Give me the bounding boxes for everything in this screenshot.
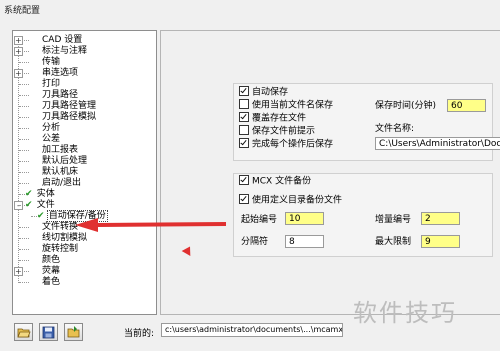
autosave-enable-label: 自动保存 — [252, 87, 289, 98]
max-input[interactable]: 9 — [421, 235, 460, 248]
tree-branch-line — [19, 161, 29, 162]
custom-dir-label: 使用定义目录备份文件 — [252, 195, 343, 206]
tree-branch-line — [19, 73, 29, 74]
tree-item-label: 刀具路径管理 — [42, 101, 97, 111]
tree-branch-line — [19, 238, 29, 239]
tree-branch-line — [19, 95, 29, 96]
save-disk-icon — [42, 326, 55, 339]
tree-item-label: 标注与注释 — [42, 46, 88, 56]
tree-branch-line — [19, 51, 29, 52]
checkmark-icon: ✔ — [25, 189, 36, 199]
tree-item[interactable]: 着色 — [41, 276, 61, 288]
settings-tree[interactable]: + CAD 设置 + 标注与注释 传输 + 串连选项 打印 刀具路径 刀具路径管理 刀具路径模拟 分析… — [12, 30, 157, 315]
settings-content-panel: 自动保存 使用当前文件名保存 覆盖存在文件 保存文件前提示 完成每个操作后保存 … — [160, 30, 500, 315]
tree-item-label: CAD 设置 — [42, 35, 83, 45]
tree-item-label: 刀具路径模拟 — [42, 112, 97, 122]
title-bar: 系统配置 — [0, 0, 500, 18]
tree-branch-line — [19, 139, 29, 140]
tree-item-label: 分析 — [42, 123, 61, 133]
filename-input[interactable]: C:\Users\Administrator\Documents\my — [375, 137, 500, 150]
use-current-name-label: 使用当前文件名保存 — [252, 100, 334, 111]
tree-item-label: 颜色 — [42, 255, 61, 265]
tree-item-label: 加工报表 — [42, 145, 79, 155]
custom-dir-checkbox[interactable] — [239, 194, 249, 204]
tree-branch-line — [19, 271, 29, 272]
tree-branch-line — [19, 282, 29, 283]
max-label: 最大限制 — [375, 237, 412, 247]
open-config-button[interactable] — [14, 323, 33, 341]
tree-item-label: 公差 — [42, 134, 61, 144]
tree-item-label: 打印 — [42, 79, 61, 89]
tree-item-label: 刀具路径 — [42, 90, 79, 100]
tree-item-label: 文件转换 — [42, 222, 79, 232]
backup-enable-label: MCX 文件备份 — [252, 176, 312, 187]
custom-dir-option[interactable]: 使用定义目录备份文件 — [239, 194, 343, 207]
tree-item-label: 启动/退出 — [42, 178, 82, 188]
window-title: 系统配置 — [4, 6, 41, 16]
current-config-label: 当前的: — [124, 329, 155, 339]
autosave-enable-checkbox[interactable] — [239, 86, 249, 96]
after-each-checkbox[interactable] — [239, 138, 249, 148]
tree-item-label: 串连选项 — [42, 68, 79, 78]
tree-branch-line — [19, 260, 29, 261]
overwrite-checkbox[interactable] — [239, 112, 249, 122]
tree-item-label: 自动保存/备份 — [46, 210, 108, 222]
prompt-checkbox[interactable] — [239, 125, 249, 135]
folder-open-icon — [17, 328, 31, 338]
interval-input[interactable]: 60 — [447, 99, 486, 112]
tree-branch-line — [19, 106, 29, 107]
tree-branch-line — [19, 249, 29, 250]
increment-label: 增量编号 — [375, 215, 412, 225]
tree-branch-line — [19, 84, 29, 85]
tree-item-label: 默认机床 — [42, 167, 79, 177]
backup-enable-checkbox[interactable] — [239, 175, 249, 185]
overwrite-label: 覆盖存在文件 — [252, 113, 307, 124]
after-each-option[interactable]: 完成每个操作后保存 — [239, 138, 334, 151]
backup-enable[interactable]: MCX 文件备份 — [239, 175, 315, 188]
tree-branch-line — [19, 62, 29, 63]
prompt-label: 保存文件前提示 — [252, 126, 316, 137]
prompt-option[interactable]: 保存文件前提示 — [239, 125, 316, 138]
overwrite-option[interactable]: 覆盖存在文件 — [239, 112, 307, 125]
tree-item-label: 线切割模拟 — [42, 233, 88, 243]
checkmark-icon: ✔ — [25, 200, 36, 210]
tree-item-label: 实体 — [36, 189, 55, 199]
tree-branch-line — [19, 227, 29, 228]
tree-item-label: 传输 — [42, 57, 61, 67]
tree-item-label: 旋转控制 — [42, 244, 79, 254]
merge-config-button[interactable] — [64, 323, 83, 341]
increment-input[interactable]: 2 — [421, 212, 460, 225]
start-num-label: 起始编号 — [241, 215, 278, 225]
after-each-label: 完成每个操作后保存 — [252, 139, 334, 150]
save-config-button[interactable] — [39, 323, 58, 341]
tree-branch-line — [19, 128, 29, 129]
use-current-name-checkbox[interactable] — [239, 99, 249, 109]
start-num-input[interactable]: 10 — [285, 212, 324, 225]
folder-merge-icon — [67, 326, 80, 338]
separator-input[interactable]: 8 — [285, 235, 324, 248]
interval-label: 保存时间(分钟) — [375, 101, 437, 111]
separator-label: 分隔符 — [241, 237, 269, 247]
tree-branch-line — [19, 40, 29, 41]
tree-branch-line — [19, 150, 29, 151]
autosave-enable[interactable]: 自动保存 — [239, 86, 289, 99]
current-config-path[interactable]: c:\users\administrator\documents\...\mca… — [161, 323, 343, 337]
tree-item-label: 荧幕 — [42, 266, 61, 276]
tree-branch-line — [19, 183, 29, 184]
tree-branch-line — [19, 172, 29, 173]
use-current-name-option[interactable]: 使用当前文件名保存 — [239, 99, 334, 112]
tree-branch-line — [19, 117, 29, 118]
tree-item-label: 文件 — [36, 200, 55, 210]
filename-label: 文件名称: — [375, 124, 415, 134]
tree-item-label: 默认后处理 — [42, 156, 88, 166]
watermark-text: 软件技巧 — [353, 299, 457, 327]
checkmark-icon: ✔ — [37, 211, 48, 221]
tree-item-label: 着色 — [42, 277, 61, 287]
